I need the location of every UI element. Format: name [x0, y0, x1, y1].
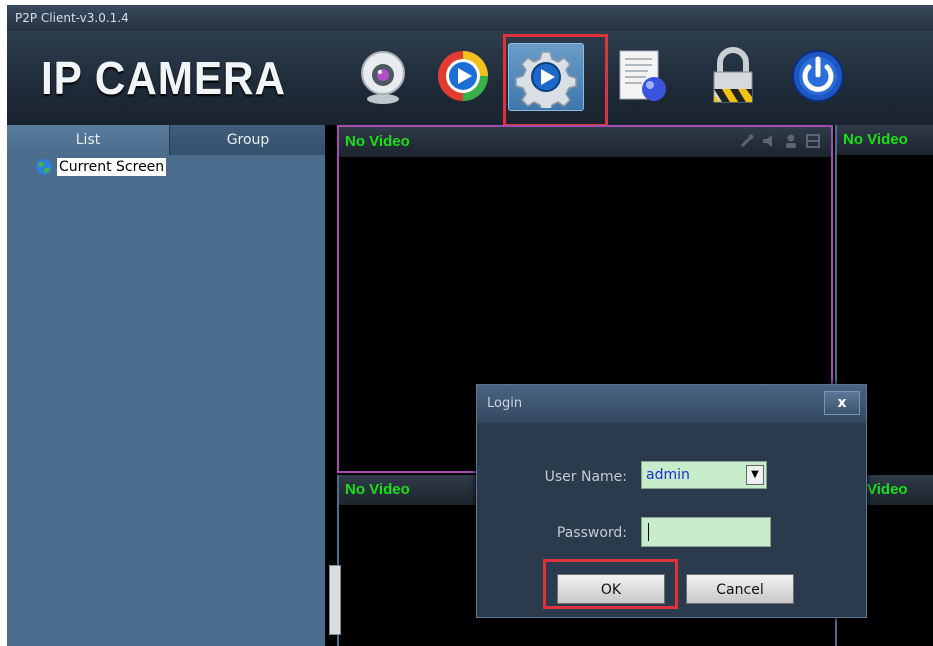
webcam-icon	[361, 51, 405, 104]
snapshot-icon[interactable]	[739, 133, 755, 149]
record-icon[interactable]	[805, 133, 821, 149]
playback-icon	[438, 51, 488, 101]
password-label: Password:	[556, 525, 627, 541]
log-icon	[619, 50, 666, 101]
lock-icon	[713, 47, 753, 103]
toolbar-live-view-button[interactable]	[352, 45, 414, 107]
app-window: P2P Client-v3.0.1.4 IP CAMERA List Group…	[7, 5, 933, 646]
highlight-box-ok	[543, 559, 678, 609]
pane-controls	[739, 133, 821, 149]
tab-group[interactable]: Group	[169, 125, 326, 155]
tree-item-label: Current Screen	[57, 158, 167, 176]
power-icon	[792, 50, 844, 102]
chevron-down-icon[interactable]: ▼	[746, 465, 764, 485]
video-pane-header: No Video	[837, 125, 933, 155]
password-field[interactable]	[641, 517, 771, 547]
globe-icon	[36, 159, 52, 175]
app-logo: IP CAMERA	[41, 52, 286, 104]
video-pane-title: Video	[867, 481, 908, 498]
video-pane-header: No Video	[339, 127, 831, 157]
toolbar-log-button[interactable]	[612, 45, 674, 107]
video-pane-title: No Video	[843, 131, 908, 148]
toolbar-exit-button[interactable]	[787, 45, 849, 107]
window-title: P2P Client-v3.0.1.4	[15, 11, 129, 25]
tree-item-current-screen[interactable]: Current Screen	[35, 157, 167, 177]
device-panel: List Group Current Screen	[7, 125, 326, 646]
user-name-label: User Name:	[544, 469, 627, 485]
user-name-select[interactable]: admin ▼	[641, 461, 767, 489]
dialog-titlebar: Login x	[477, 385, 866, 423]
cancel-button[interactable]: Cancel	[686, 574, 794, 604]
tab-list[interactable]: List	[7, 125, 169, 155]
text-caret	[648, 523, 649, 541]
talk-icon[interactable]	[783, 133, 799, 149]
video-pane-title: No Video	[345, 133, 410, 150]
panel-collapse-handle[interactable]	[329, 565, 341, 635]
toolbar-playback-button[interactable]	[432, 45, 494, 107]
toolbar-lock-button[interactable]	[702, 45, 764, 107]
highlight-box-settings	[503, 34, 608, 127]
main-toolbar: IP CAMERA	[7, 31, 933, 127]
audio-icon[interactable]	[761, 133, 777, 149]
window-titlebar: P2P Client-v3.0.1.4	[7, 5, 933, 31]
dialog-title: Login	[487, 396, 523, 411]
video-pane-title: No Video	[345, 481, 410, 498]
dialog-close-button[interactable]: x	[824, 391, 860, 415]
user-name-value: admin	[646, 467, 690, 483]
